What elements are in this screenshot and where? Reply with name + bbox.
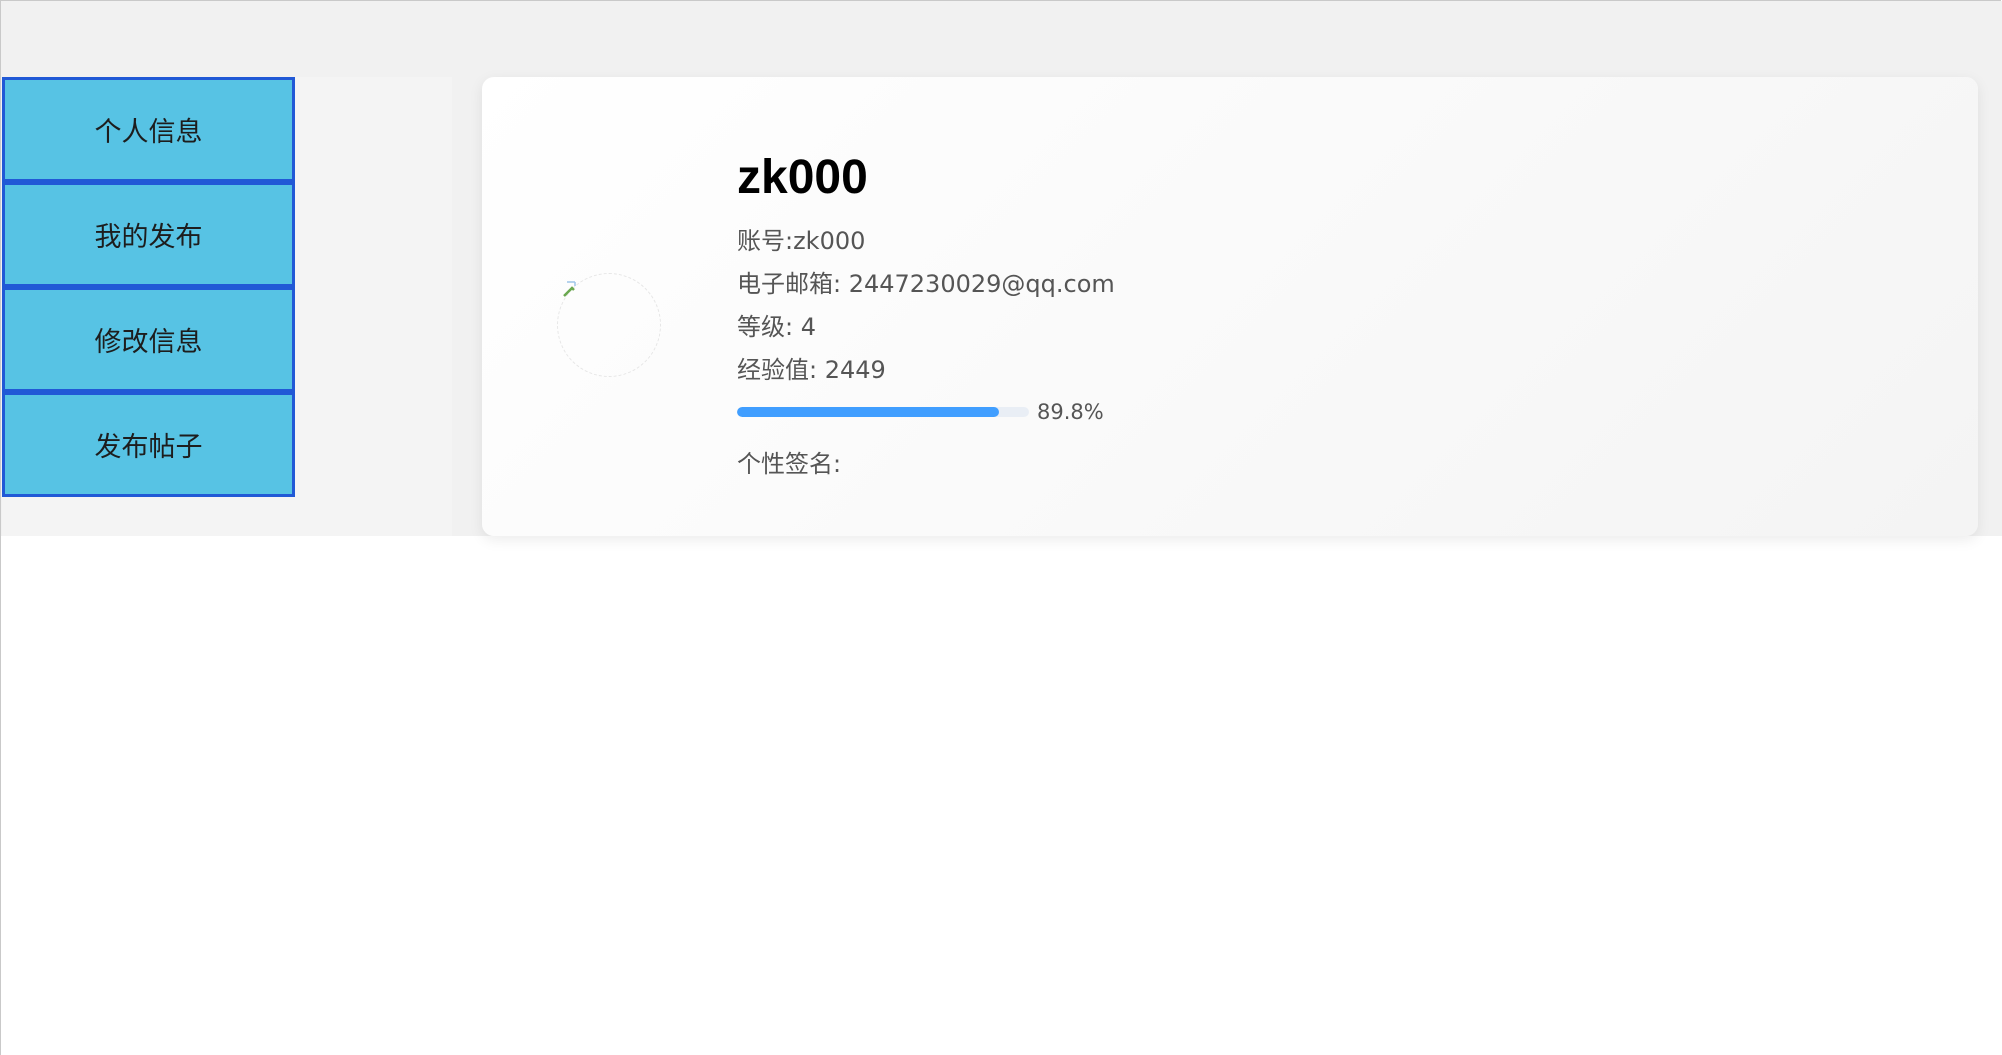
sidebar-item-publish-post[interactable]: 发布帖子: [5, 395, 292, 494]
profile-info: zk000 账号:zk000 电子邮箱: 2447230029@qq.com 等…: [737, 148, 1115, 482]
sidebar-item-edit-info[interactable]: 修改信息: [5, 290, 292, 389]
sidebar-item-label: 发布帖子: [94, 432, 203, 463]
progress-track: [737, 407, 1029, 417]
progress-percent: 89.8%: [1037, 400, 1104, 424]
progress-fill: [737, 407, 1000, 417]
username-heading: zk000: [737, 151, 868, 204]
profile-card: [482, 77, 1978, 536]
sidebar-item-my-posts[interactable]: 我的发布: [5, 185, 292, 284]
sidebar-menu: 个人信息 我的发布 修改信息 发布帖子: [2, 77, 295, 497]
signature-label: 个性签名:: [737, 450, 842, 478]
sidebar-item-label: 个人信息: [94, 117, 203, 148]
avatar: [557, 273, 661, 377]
experience-text: 经验值: 2449: [737, 356, 886, 384]
top-bar: [1, 1, 2002, 77]
sidebar-item-personal-info[interactable]: 个人信息: [5, 80, 292, 179]
level-text: 等级: 4: [737, 313, 816, 341]
sidebar-item-label: 我的发布: [94, 222, 203, 253]
broken-image-icon: [563, 281, 576, 297]
experience-progress: 89.8%: [737, 394, 1115, 430]
account-text: 账号:zk000: [737, 227, 866, 255]
sidebar-item-label: 修改信息: [94, 327, 203, 358]
email-text: 电子邮箱: 2447230029@qq.com: [737, 270, 1115, 298]
